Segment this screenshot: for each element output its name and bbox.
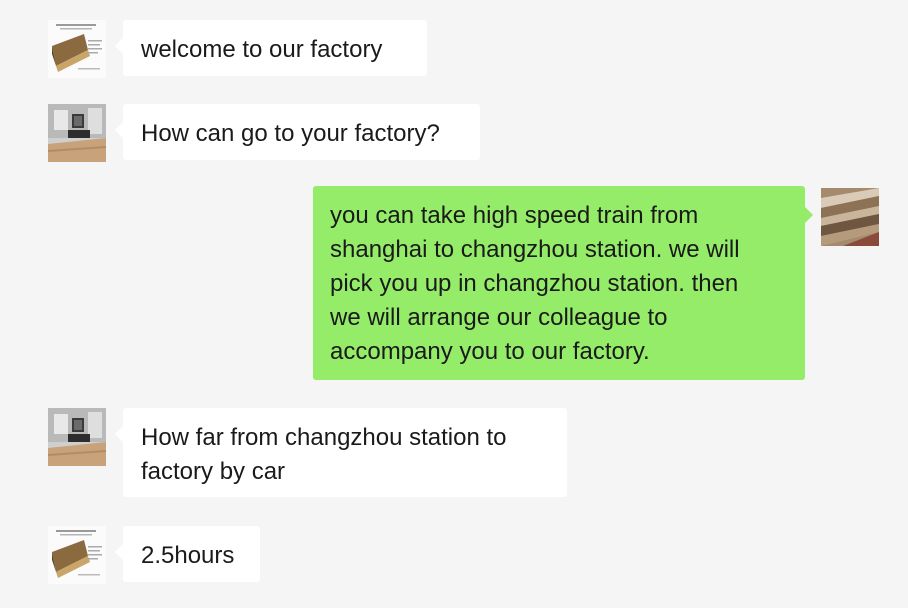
message-bubble-incoming[interactable]: welcome to our factory [115, 20, 427, 76]
message-row: 2.5hours [0, 510, 908, 608]
self-avatar[interactable] [821, 188, 879, 246]
message-row: How far from changzhou station to factor… [0, 400, 908, 510]
customer-avatar[interactable] [48, 408, 106, 466]
factory-avatar-image [48, 526, 106, 584]
message-text: How far from changzhou station to factor… [141, 424, 507, 485]
message-bubble-incoming[interactable]: How can go to your factory? [115, 104, 480, 160]
factory-avatar[interactable] [48, 20, 106, 78]
customer-avatar-image [48, 104, 106, 162]
customer-avatar-image [48, 408, 106, 466]
factory-avatar-image [48, 20, 106, 78]
message-bubble-outgoing[interactable]: you can take high speed train from shang… [313, 186, 813, 380]
message-row: welcome to our factory [0, 0, 908, 90]
factory-avatar[interactable] [48, 526, 106, 584]
message-bubble-incoming[interactable]: How far from changzhou station to factor… [115, 408, 567, 497]
message-text: How can go to your factory? [141, 120, 440, 147]
message-text: you can take high speed train from shang… [330, 202, 740, 365]
customer-avatar[interactable] [48, 104, 106, 162]
message-row: How can go to your factory? [0, 90, 908, 180]
message-row: you can take high speed train from shang… [0, 180, 908, 390]
message-bubble-incoming[interactable]: 2.5hours [115, 526, 260, 582]
message-text: welcome to our factory [141, 36, 383, 63]
self-avatar-image [821, 188, 879, 246]
message-text: 2.5hours [141, 542, 235, 569]
